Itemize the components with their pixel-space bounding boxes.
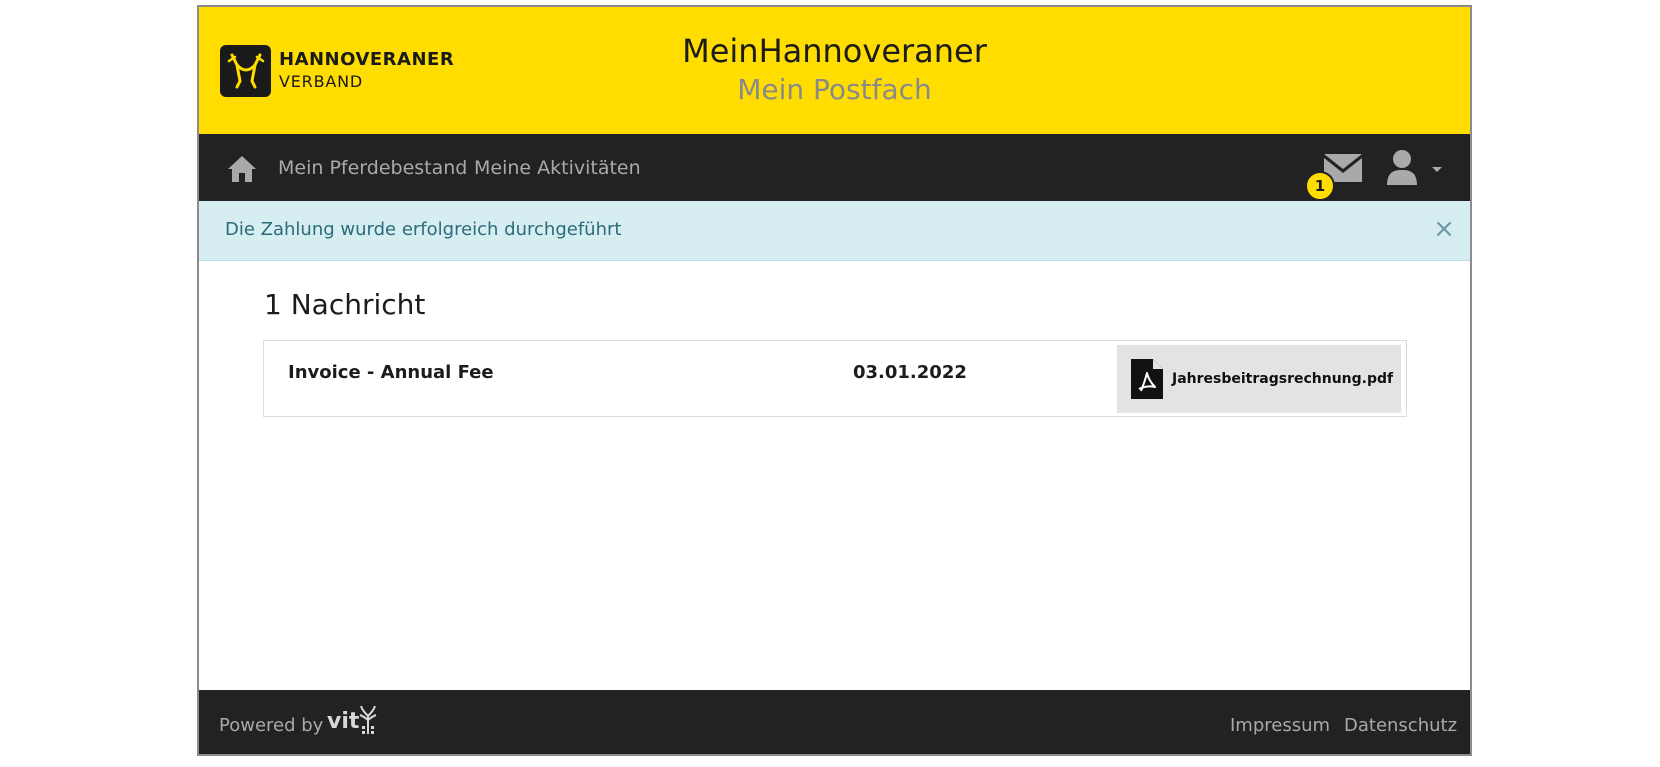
chevron-down-icon[interactable] — [1432, 167, 1442, 172]
alert-message: Die Zahlung wurde erfolgreich durchgefüh… — [225, 219, 622, 240]
vit-logo-icon — [360, 706, 377, 734]
messages-count-heading: 1 Nachricht — [264, 288, 426, 321]
unread-count-badge[interactable]: 1 — [1305, 171, 1335, 201]
app-window: HANNOVERANER VERBAND MeinHannoveraner Me… — [197, 5, 1472, 756]
vit-logo-text: vit — [327, 709, 360, 734]
page-title: MeinHannoveraner — [682, 32, 987, 70]
footer: Powered by vit Impressum Datenschutz — [199, 690, 1470, 754]
message-subject[interactable]: Invoice - Annual Fee — [288, 361, 494, 385]
page-subtitle: Mein Postfach — [737, 73, 932, 106]
footer-link-impressum[interactable]: Impressum — [1230, 714, 1330, 738]
attachment-download-button[interactable]: Jahresbeitragsrechnung.pdf — [1117, 345, 1401, 413]
attachment-filename: Jahresbeitragsrechnung.pdf — [1172, 371, 1394, 387]
nav-link-aktivitaeten[interactable]: Meine Aktivitäten — [474, 156, 641, 180]
footer-link-datenschutz[interactable]: Datenschutz — [1344, 714, 1457, 738]
vit-logo[interactable]: vit — [327, 704, 377, 736]
close-icon[interactable]: × — [1431, 216, 1457, 242]
header: HANNOVERANER VERBAND MeinHannoveraner Me… — [199, 7, 1470, 134]
powered-by-label: Powered by — [219, 715, 324, 736]
user-icon[interactable] — [1385, 149, 1419, 185]
message-row[interactable]: Invoice - Annual Fee 03.01.2022 Jahresbe… — [263, 340, 1407, 417]
home-icon[interactable] — [226, 153, 258, 185]
message-date: 03.01.2022 — [853, 362, 967, 383]
success-alert: Die Zahlung wurde erfolgreich durchgefüh… — [199, 201, 1470, 261]
navbar: Mein Pferdebestand Meine Aktivitäten 1 — [199, 134, 1470, 201]
nav-link-pferdebestand[interactable]: Mein Pferdebestand — [278, 156, 467, 180]
pdf-file-icon — [1131, 359, 1163, 399]
